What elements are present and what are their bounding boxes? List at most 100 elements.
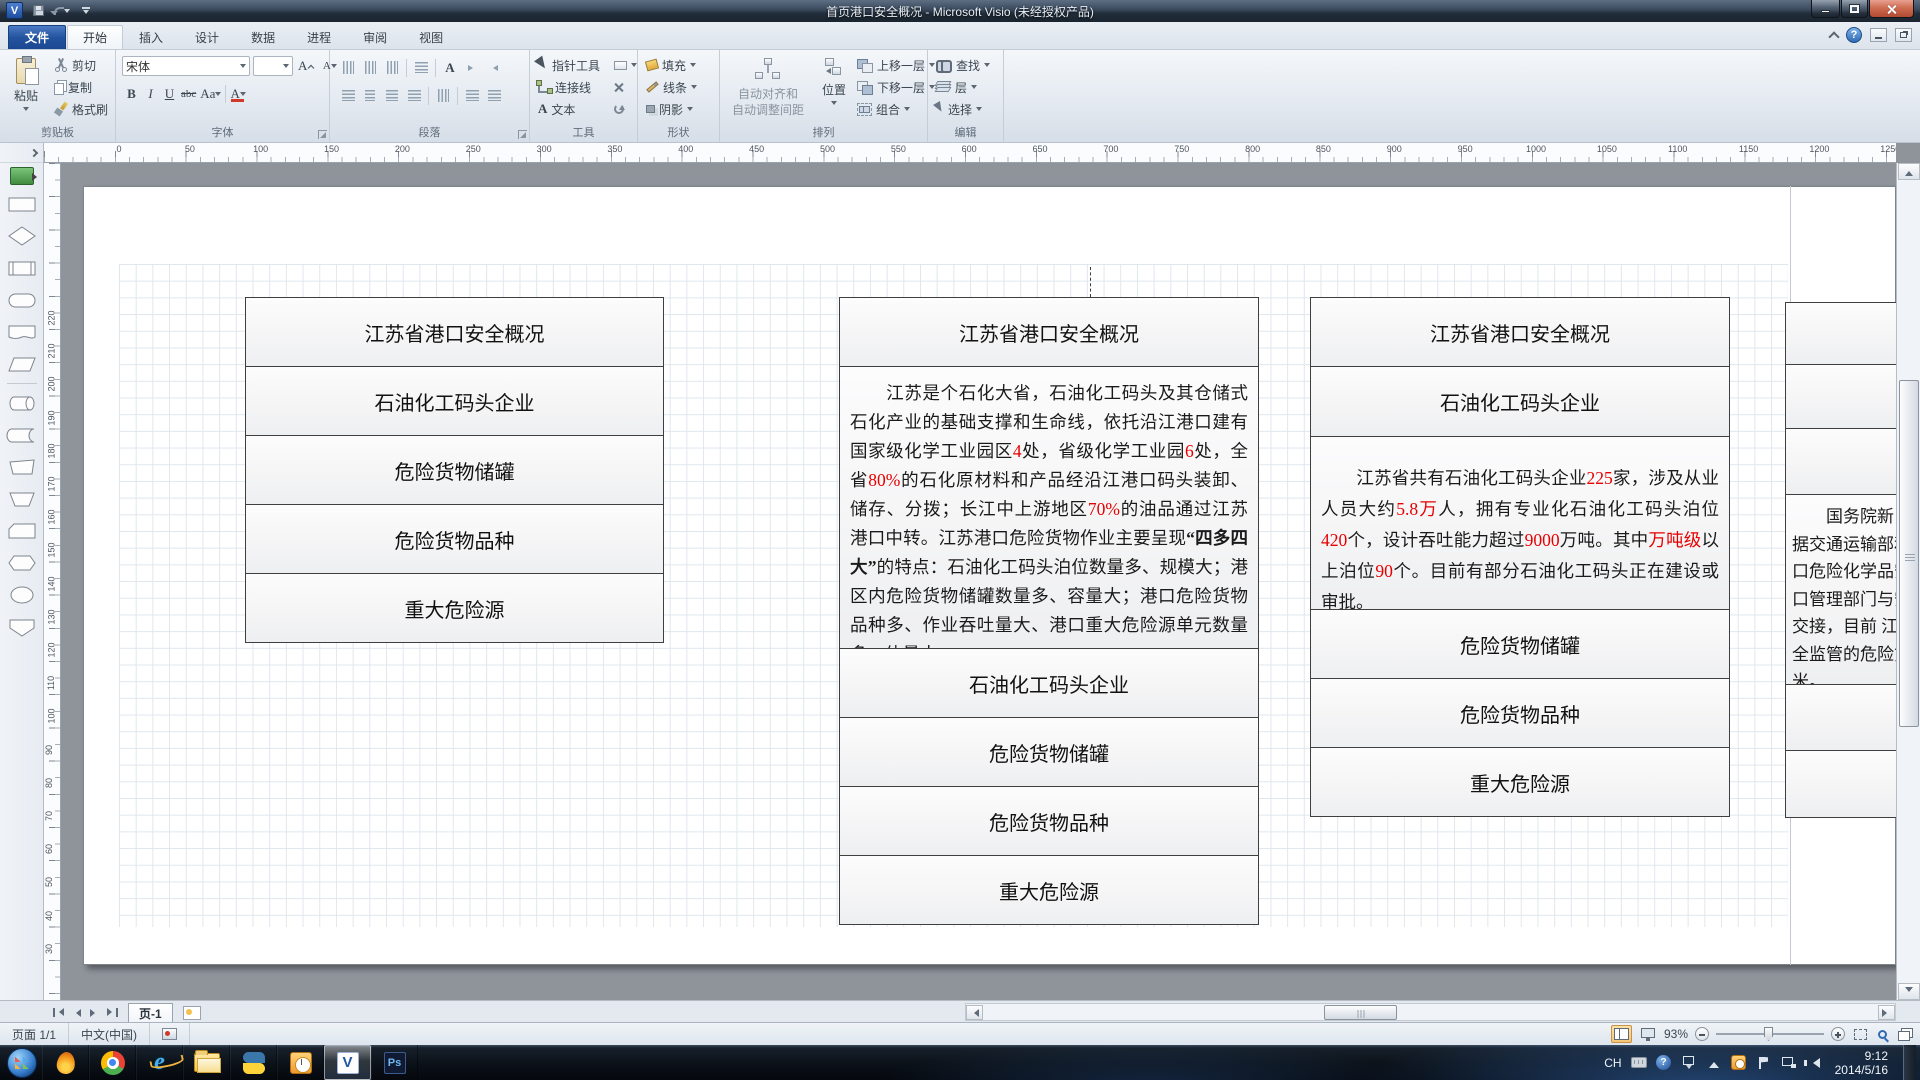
master-predefined-process[interactable]: [3, 253, 41, 283]
justify-button[interactable]: [404, 86, 424, 105]
text-direction-button-3[interactable]: [382, 58, 402, 77]
tray-reminder-button[interactable]: [1731, 1055, 1747, 1071]
font-color-button[interactable]: A: [228, 84, 247, 104]
taskbar-outlook[interactable]: [277, 1045, 324, 1080]
master-merge[interactable]: [3, 612, 41, 642]
master-document[interactable]: [3, 317, 41, 347]
font-name-select[interactable]: 宋体: [122, 56, 250, 76]
taskbar-visio-active[interactable]: V: [324, 1045, 371, 1080]
line-button[interactable]: 线条: [642, 76, 701, 98]
vertical-ruler[interactable]: 2202102001901801701601501401301201101009…: [44, 163, 61, 1000]
open-stencil-button[interactable]: [10, 167, 34, 185]
scroll-right-button[interactable]: [1878, 1005, 1895, 1020]
minimize-button[interactable]: [1811, 0, 1840, 18]
wrap-right-button[interactable]: [484, 58, 504, 77]
shape-box[interactable]: 危险货物品种: [839, 786, 1259, 856]
shapes-panel-header[interactable]: [0, 143, 43, 163]
scroll-down-button[interactable]: [1898, 983, 1920, 1000]
tab-insert[interactable]: 插入: [123, 25, 179, 49]
master-stored-data[interactable]: [3, 420, 41, 450]
find-button[interactable]: 查找: [932, 54, 994, 76]
shape-box-paragraph[interactable]: 江苏省共有石油化工码头企业225家，涉及从业人员大约5.8万人，拥有专业化石油化…: [1310, 436, 1730, 610]
shape-box-paragraph[interactable]: 江苏是个石化大省，石油化工码头及其仓储式石化产业的基础支撑和生命线，依托沿江港口…: [839, 366, 1259, 649]
align-center-button[interactable]: [360, 86, 380, 105]
show-desktop-button[interactable]: [1903, 1045, 1916, 1080]
layers-button[interactable]: 层: [932, 76, 994, 98]
keyboard-layout-button[interactable]: [1631, 1055, 1647, 1071]
fill-button[interactable]: 填充: [642, 54, 701, 76]
connector-button[interactable]: 连接线: [534, 76, 604, 98]
shape-box[interactable]: 危险货物储罐: [839, 717, 1259, 787]
auto-align-button[interactable]: 自动对齐和 自动调整间距: [722, 52, 814, 118]
taskbar-sogou-browser[interactable]: [42, 1045, 89, 1080]
strikethrough-button[interactable]: abc: [179, 84, 198, 104]
tab-data[interactable]: 数据: [235, 25, 291, 49]
shape-box[interactable]: 石油化工码头企业: [245, 366, 664, 436]
page-tab[interactable]: 页-1: [128, 1003, 173, 1022]
zoom-in-button[interactable]: [1831, 1027, 1845, 1041]
scroll-left-button[interactable]: [966, 1005, 983, 1020]
tray-clock[interactable]: 9:12 2014/5/16: [1835, 1049, 1888, 1077]
tray-language-indicator[interactable]: CH: [1604, 1056, 1621, 1070]
status-page-indicator[interactable]: 页面 1/1: [0, 1023, 69, 1045]
shape-box[interactable]: 石油化工码头企业: [1310, 366, 1730, 437]
horizontal-scroll-thumb[interactable]: [1324, 1005, 1397, 1020]
shape-box[interactable]: 江苏省港口安全概况: [839, 297, 1259, 367]
next-page-button[interactable]: [86, 1005, 102, 1021]
tab-view[interactable]: 视图: [403, 25, 459, 49]
master-inverted-trapezoid[interactable]: [3, 484, 41, 514]
character-spacing-button[interactable]: A: [440, 58, 460, 77]
copy-button[interactable]: 复制: [50, 76, 112, 98]
shape-box[interactable]: 危险货物品种: [245, 504, 664, 574]
network-button[interactable]: [1781, 1055, 1797, 1071]
shape-box-paragraph[interactable]: 国务院新《 据交通运输部和 口危险化学品安 口管理部门与安 交接，目前 江苏 全…: [1785, 494, 1896, 685]
tab-home[interactable]: 开始: [67, 25, 123, 49]
master-card[interactable]: [3, 516, 41, 546]
volume-button[interactable]: [1806, 1055, 1822, 1071]
show-hidden-icons-button[interactable]: [1706, 1055, 1722, 1071]
send-backward-button[interactable]: 下移一层: [853, 76, 939, 98]
position-button[interactable]: 位置: [816, 52, 852, 105]
horizontal-scrollbar[interactable]: [965, 1003, 1896, 1021]
fullscreen-view-button[interactable]: [1639, 1025, 1657, 1043]
zoom-level[interactable]: 93%: [1664, 1027, 1688, 1041]
macro-record-button[interactable]: [150, 1023, 190, 1045]
tray-help-button[interactable]: ?: [1656, 1055, 1672, 1071]
align-left-button[interactable]: [338, 86, 358, 105]
grow-font-button[interactable]: A: [296, 56, 317, 76]
shape-box[interactable]: [1785, 750, 1896, 818]
taskbar-python[interactable]: [230, 1045, 277, 1080]
cut-button[interactable]: 剪切: [50, 54, 112, 76]
master-terminator[interactable]: [3, 285, 41, 315]
connection-point-button[interactable]: [610, 76, 641, 98]
underline-button[interactable]: U: [160, 84, 179, 104]
shape-box[interactable]: 江苏省港口安全概况: [245, 297, 664, 367]
change-case-button[interactable]: Aa: [198, 84, 223, 104]
format-painter-button[interactable]: 格式刷: [50, 98, 112, 120]
tab-process[interactable]: 进程: [291, 25, 347, 49]
bold-button[interactable]: B: [122, 84, 141, 104]
taskbar-photoshop[interactable]: Ps: [371, 1045, 418, 1080]
help-icon[interactable]: ?: [1846, 27, 1862, 43]
align-right-button[interactable]: [382, 86, 402, 105]
master-diamond[interactable]: [3, 221, 41, 251]
wrap-left-button[interactable]: [462, 58, 482, 77]
shape-box[interactable]: 危险货物品种: [1310, 678, 1730, 748]
minimize-ribbon-icon[interactable]: [1828, 31, 1839, 42]
master-manual-operation[interactable]: [3, 452, 41, 482]
line-spacing-button[interactable]: [433, 86, 453, 105]
select-button[interactable]: 选择: [932, 98, 994, 120]
shape-box[interactable]: [1785, 302, 1896, 365]
shape-box[interactable]: [1785, 684, 1896, 751]
first-page-button[interactable]: [50, 1005, 66, 1021]
action-center-button[interactable]: [1756, 1055, 1772, 1071]
shape-box[interactable]: 危险货物储罐: [245, 435, 664, 505]
vertical-scrollbar[interactable]: [1896, 163, 1920, 1000]
font-size-select[interactable]: [253, 56, 293, 76]
normal-view-button[interactable]: [1611, 1025, 1632, 1043]
horizontal-ruler[interactable]: 0501001502002503003504004505005506006507…: [44, 143, 1896, 163]
italic-button[interactable]: I: [141, 84, 160, 104]
switch-windows-button[interactable]: [1896, 1025, 1912, 1043]
zoom-slider[interactable]: [1716, 1033, 1824, 1035]
zoom-slider-thumb[interactable]: [1764, 1027, 1773, 1041]
